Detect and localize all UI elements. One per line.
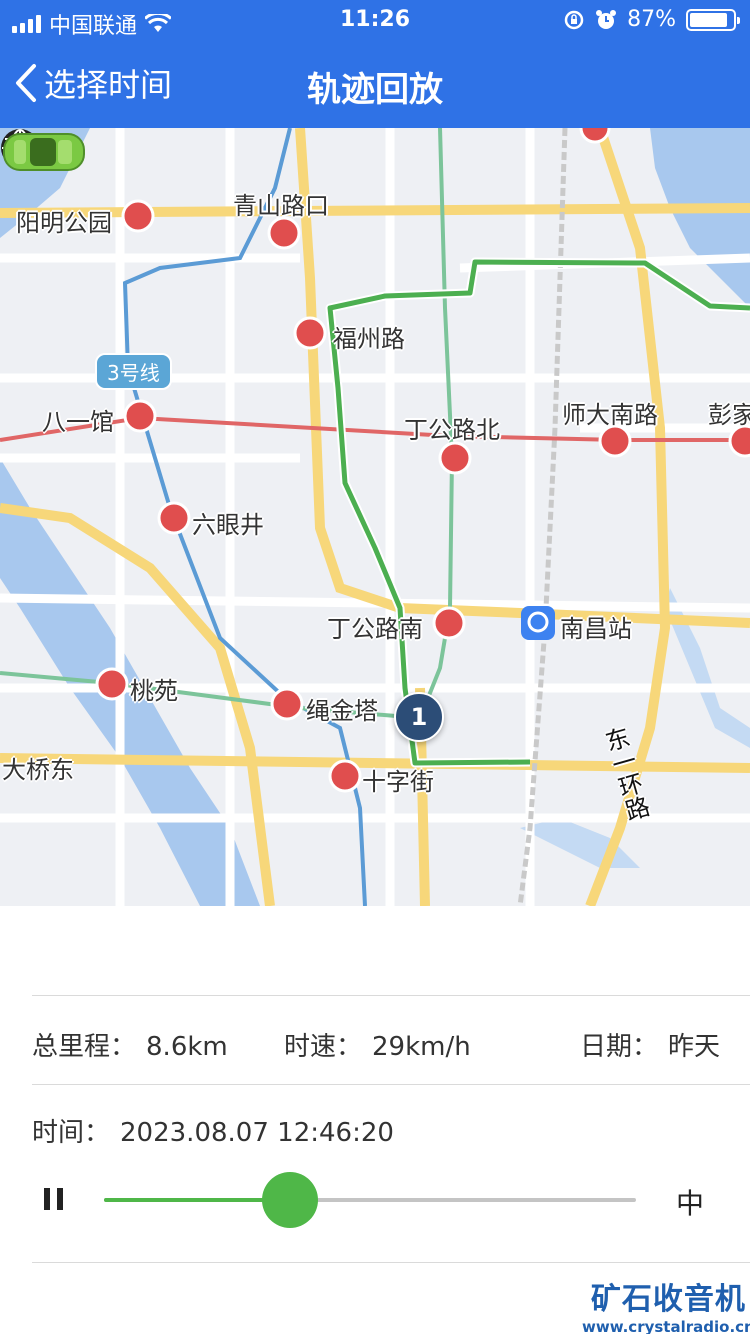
map-label-shidanan: 师大南路 — [562, 401, 658, 429]
playback-slider-handle[interactable] — [262, 1172, 319, 1228]
watermark: 矿石收音机 www.crystalradio.cn — [582, 1274, 750, 1334]
station-shidanan — [598, 424, 632, 458]
speed-label: 时速： — [284, 1032, 363, 1062]
top-bar: 中国联通 11:26 87% 选择时间 轨迹回放 — [0, 0, 750, 128]
station-bayiguan — [123, 399, 157, 433]
station-shizijie — [328, 759, 362, 793]
playback-slider[interactable] — [104, 1172, 636, 1228]
playback-speed-toggle[interactable]: 中 — [676, 1182, 704, 1222]
date-value: 昨天 — [667, 1032, 720, 1062]
speed-value: 29km/h — [372, 1032, 471, 1062]
station-peng — [728, 424, 750, 458]
watermark-url: www.crystalradio.cn — [582, 1318, 750, 1334]
metro-line-badge: 3号线 — [95, 353, 172, 390]
map-label-shizijie: 十字街 — [362, 768, 434, 796]
train-station-icon — [521, 606, 555, 640]
station-liuyan — [157, 501, 191, 535]
time-row: 时间： 2023.08.07 12:46:20 — [32, 1112, 720, 1149]
status-bar: 中国联通 11:26 87% — [0, 0, 750, 40]
map-label-dinggongnan: 丁公路南 — [327, 615, 423, 643]
station-dinggongbei — [438, 441, 472, 475]
divider — [32, 995, 750, 996]
station-top — [579, 128, 611, 144]
map-label-nanchang: 南昌站 — [560, 615, 632, 643]
station-fuzhou — [293, 316, 327, 350]
watermark-title: 矿石收音机 — [590, 1282, 746, 1317]
rotation-lock-icon — [564, 10, 584, 29]
battery-percent: 87% — [627, 7, 676, 32]
time-value: 2023.08.07 12:46:20 — [120, 1118, 394, 1148]
track-point-marker[interactable]: 1 — [394, 692, 444, 742]
date: 日期： 昨天 — [580, 1026, 720, 1063]
total-mileage: 总里程： 8.6km — [32, 1026, 228, 1063]
map-label-taoyuan: 桃苑 — [130, 677, 178, 705]
divider — [32, 1262, 750, 1263]
station-yangming — [121, 199, 155, 233]
map-label-liuyan: 六眼井 — [192, 511, 264, 539]
map-label-dinggongbei: 丁公路北 — [404, 416, 500, 444]
divider — [32, 1084, 750, 1085]
map-label-yangming: 阳明公园 — [16, 209, 112, 237]
speed: 时速： 29km/h — [284, 1026, 471, 1063]
map-label-peng: 彭家 — [708, 401, 750, 429]
alarm-icon — [596, 9, 617, 29]
car-icon — [3, 133, 85, 171]
map-label-qingshan: 青山路口 — [233, 192, 329, 220]
pause-icon — [44, 1188, 50, 1210]
date-label: 日期： — [579, 1032, 658, 1062]
map-label-fuzhou: 福州路 — [333, 325, 405, 353]
page-title: 轨迹回放 — [307, 70, 443, 110]
pause-button[interactable] — [44, 1188, 66, 1210]
playback-panel: 总里程： 8.6km 时速： 29km/h 日期： 昨天 时间： 2023.08.07 … — [0, 906, 750, 1334]
map-label-bayiguan: 八一馆 — [42, 408, 114, 436]
map-label-shengjinta: 绳金塔 — [306, 697, 378, 725]
time-label: 时间： — [32, 1118, 111, 1148]
station-qingshan — [267, 216, 301, 250]
station-dinggongnan — [432, 606, 466, 640]
map-label-daqiaodong: 大桥东 — [2, 756, 74, 784]
station-taoyuan — [95, 667, 129, 701]
battery-icon — [686, 8, 740, 31]
navigation-bar: 选择时间 轨迹回放 — [0, 40, 750, 128]
total-mileage-value: 8.6km — [146, 1032, 228, 1062]
total-mileage-label: 总里程： — [32, 1032, 137, 1062]
map-view[interactable]: 3号线 青山路口 阳明公园 福州路 八一馆 丁公路北 师大南路 彭家 六眼井 丁… — [0, 128, 750, 906]
station-shengjinta — [270, 687, 304, 721]
